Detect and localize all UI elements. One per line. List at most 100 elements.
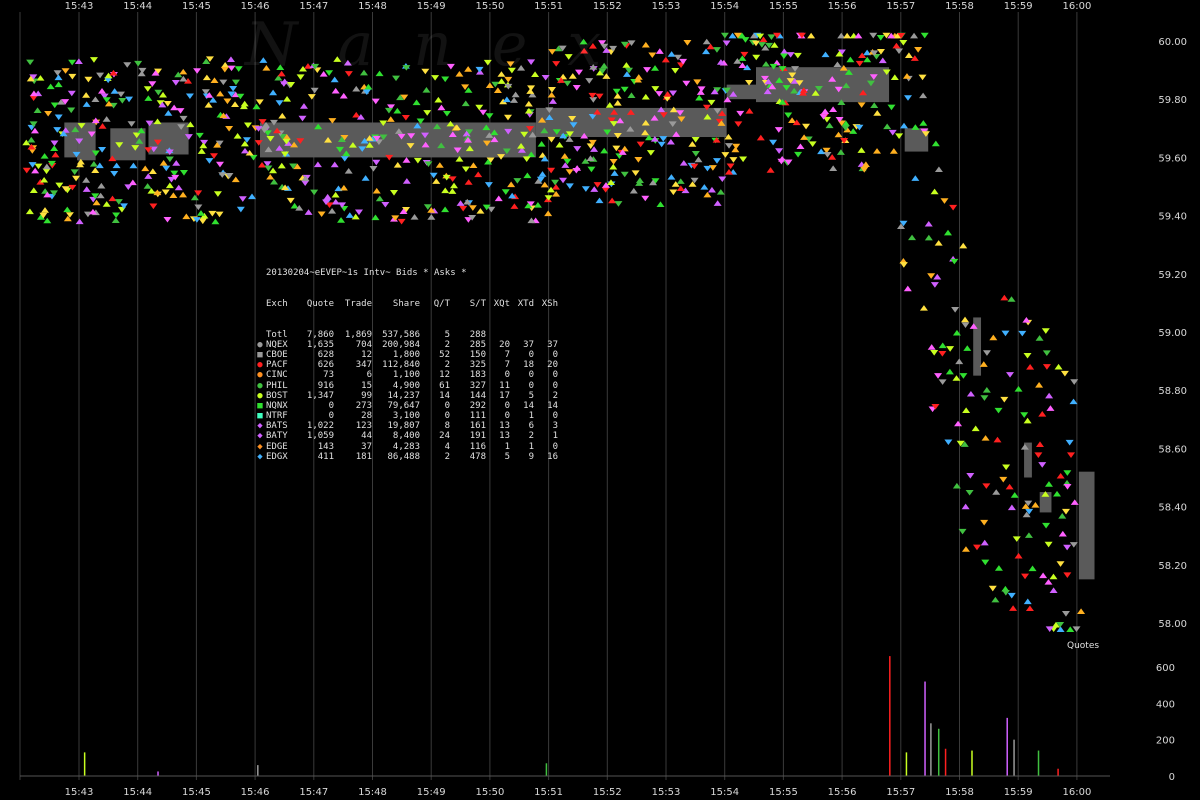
ask-quote-marker <box>112 212 121 219</box>
ask-quote-marker <box>903 95 912 101</box>
legend-cell-xqt: 11 <box>499 380 510 391</box>
ask-quote-marker <box>721 152 730 158</box>
ask-quote-marker <box>802 123 811 130</box>
legend-cell-xtd: 2 <box>528 431 534 442</box>
bid-quote-marker <box>610 170 619 176</box>
ask-quote-marker <box>355 209 364 216</box>
ask-quote-marker <box>572 85 581 91</box>
legend-cell-share: 1,800 <box>392 349 420 360</box>
time-tick-bottom: 15:56 <box>828 787 857 798</box>
bid-quote-marker <box>836 149 845 155</box>
bid-quote-marker <box>524 100 533 107</box>
legend-cell-share: 537,586 <box>382 329 420 340</box>
ask-quote-marker <box>961 322 970 328</box>
ask-quote-marker <box>1041 328 1050 334</box>
bid-quote-marker <box>1038 411 1047 417</box>
legend-row-edgx: ◆ EDGX 411 181 86,488 2 478 5 9 16 <box>254 452 558 462</box>
bid-quote-marker <box>386 116 395 122</box>
legend-cell-quote: 143 <box>317 441 334 452</box>
ask-quote-marker <box>565 169 574 175</box>
ask-quote-marker <box>601 187 610 193</box>
legend-cell-qt: 61 <box>439 380 450 391</box>
ask-quote-marker <box>1001 330 1010 337</box>
ask-quote-marker <box>779 53 788 60</box>
bid-quote-marker <box>1007 296 1016 302</box>
bid-quote-marker <box>1070 499 1079 505</box>
volume-bar <box>545 763 548 776</box>
bid-quote-marker <box>89 161 98 167</box>
legend-cell-xtd: 18 <box>523 360 534 371</box>
volume-bar <box>905 752 908 776</box>
bid-quote-marker <box>266 173 275 180</box>
ask-quote-marker <box>973 544 982 551</box>
legend-cell-st: 292 <box>469 400 486 411</box>
legend-cell-trade: 28 <box>361 411 372 422</box>
volume-bar <box>944 748 947 776</box>
bid-quote-marker <box>959 242 968 249</box>
bid-quote-marker <box>31 167 40 174</box>
legend-cell-xsh: 37 <box>547 339 558 350</box>
time-tick-top: 15:59 <box>1004 1 1033 12</box>
bid-quote-marker <box>422 86 431 93</box>
ask-quote-marker <box>614 201 623 207</box>
ask-quote-marker <box>1007 592 1016 599</box>
ask-quote-marker <box>959 373 968 379</box>
bid-quote-marker <box>179 68 188 75</box>
ask-quote-marker <box>53 70 62 76</box>
ask-quote-marker <box>238 196 247 202</box>
legend-cell-share: 4,900 <box>392 380 420 391</box>
ask-quote-marker <box>999 476 1008 483</box>
bid-quote-marker <box>961 316 970 323</box>
ask-quote-marker <box>691 151 700 157</box>
bid-quote-marker <box>221 62 230 68</box>
bid-quote-marker <box>464 179 473 185</box>
legend-cell-qt: 12 <box>439 370 450 381</box>
ask-quote-marker <box>988 585 997 592</box>
bid-quote-marker <box>641 41 650 48</box>
ask-quote-marker <box>26 59 35 66</box>
bid-quote-marker <box>1066 626 1075 633</box>
ask-quote-marker <box>1061 508 1070 515</box>
ask-quote-marker <box>67 107 76 114</box>
bid-quote-marker <box>476 208 485 214</box>
ask-quote-marker <box>1000 396 1009 403</box>
ask-quote-marker <box>994 407 1003 414</box>
volume-bar <box>937 728 940 776</box>
bid-quote-marker <box>688 141 697 147</box>
legend-cell-xtd: 1 <box>528 441 534 452</box>
legend-header-xsh: XSh <box>541 299 558 309</box>
price-tick: 60.00 <box>1158 37 1187 48</box>
ask-quote-marker <box>669 189 678 196</box>
legend-cell-share: 112,840 <box>382 360 420 371</box>
bid-quote-marker <box>95 162 104 169</box>
ask-quote-marker <box>176 108 185 114</box>
bid-quote-marker <box>910 55 919 61</box>
ask-quote-marker <box>385 154 394 161</box>
price-tick: 59.00 <box>1158 328 1187 339</box>
bid-quote-marker <box>656 201 665 208</box>
legend-cell-st: 111 <box>469 411 486 422</box>
legend-cell-exch: Totl <box>266 329 288 340</box>
volume-bar <box>257 765 259 776</box>
bid-quote-marker <box>252 103 261 110</box>
bid-quote-marker <box>82 186 91 192</box>
ask-quote-marker <box>124 184 133 191</box>
ask-quote-marker <box>185 93 194 100</box>
legend-title-row: 20130204~eEVEP~1s Intv~ Bids * Asks * <box>254 268 558 278</box>
ask-quote-marker <box>609 159 618 165</box>
legend-cell-st: 183 <box>469 370 486 381</box>
ask-quote-marker <box>68 59 77 66</box>
legend-cell-quote: 1,347 <box>306 390 334 401</box>
ask-quote-marker <box>118 97 127 104</box>
ask-quote-marker <box>479 109 488 116</box>
legend-cell-share: 4,283 <box>392 441 420 452</box>
bid-quote-marker <box>807 32 816 39</box>
time-tick-top: 15:45 <box>182 1 211 12</box>
bid-quote-marker <box>199 142 208 149</box>
ask-quote-marker <box>876 34 885 41</box>
bid-quote-marker <box>1035 441 1044 447</box>
legend-cell-quote: 411 <box>317 451 334 462</box>
bid-quote-marker <box>182 213 191 220</box>
bid-quote-marker <box>961 503 970 510</box>
bid-quote-marker <box>147 188 156 194</box>
